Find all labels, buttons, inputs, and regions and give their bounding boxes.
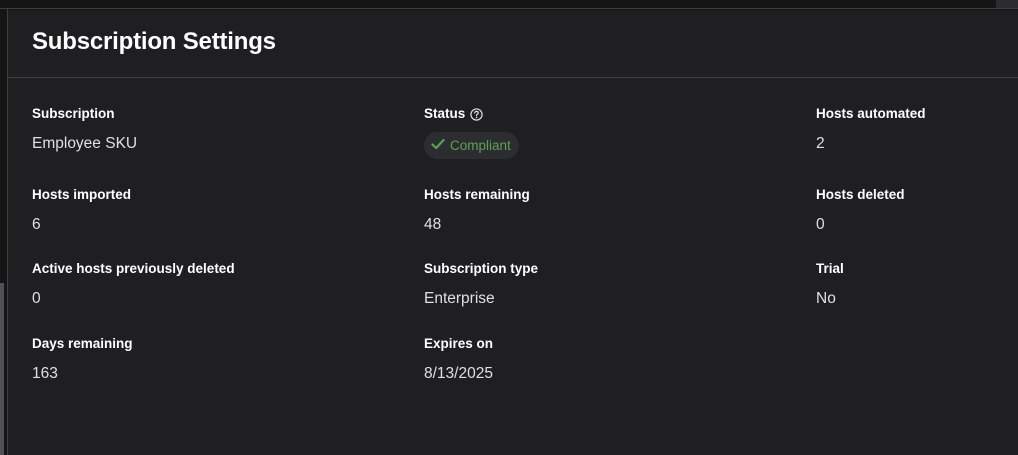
field-value: 163 xyxy=(32,365,58,382)
field-days-remaining: Days remaining 163 xyxy=(32,336,133,383)
field-value: 0 xyxy=(32,290,41,307)
field-value: 2 xyxy=(816,135,825,152)
subscription-settings-panel: Subscription Settings Subscription Emplo… xyxy=(8,10,1018,455)
left-gutter xyxy=(0,9,8,455)
field-value: 0 xyxy=(816,216,825,233)
page-title: Subscription Settings xyxy=(32,27,276,55)
field-hosts-imported: Hosts imported 6 xyxy=(32,187,131,234)
field-label: Expires on xyxy=(424,336,494,351)
field-label: Subscription type xyxy=(424,261,539,276)
status-badge-label: Compliant xyxy=(450,138,511,153)
field-active-hosts-previously-deleted: Active hosts previously deleted 0 xyxy=(32,261,235,308)
field-label: Status xyxy=(424,106,466,121)
field-hosts-remaining: Hosts remaining 48 xyxy=(424,187,530,234)
field-value: No xyxy=(816,290,836,307)
field-trial: Trial No xyxy=(816,261,844,308)
field-label: Trial xyxy=(816,261,844,276)
field-label: Hosts automated xyxy=(816,106,926,121)
field-value: 6 xyxy=(32,216,41,233)
field-value: 48 xyxy=(424,216,442,233)
field-subscription-type: Subscription type Enterprise xyxy=(424,261,538,308)
field-expires-on: Expires on 8/13/2025 xyxy=(424,336,493,383)
field-label: Subscription xyxy=(32,106,115,121)
check-icon xyxy=(431,138,445,153)
field-hosts-automated: Hosts automated 2 xyxy=(816,106,926,153)
top-divider xyxy=(0,8,1018,9)
field-label: Hosts imported xyxy=(32,187,132,202)
field-label: Hosts remaining xyxy=(424,187,530,202)
field-subscription: Subscription Employee SKU xyxy=(32,106,137,153)
field-label: Hosts deleted xyxy=(816,187,905,202)
status-label-row: Status xyxy=(424,106,519,122)
status-badge: Compliant xyxy=(424,132,519,159)
field-value: Enterprise xyxy=(424,290,495,307)
question-circle-icon[interactable] xyxy=(470,107,483,121)
field-value: Employee SKU xyxy=(32,135,138,152)
field-label: Days remaining xyxy=(32,336,133,351)
field-hosts-deleted: Hosts deleted 0 xyxy=(816,187,905,234)
field-status: Status Compliant xyxy=(424,106,519,159)
field-value: 8/13/2025 xyxy=(424,365,493,382)
scrollbar-thumb[interactable] xyxy=(0,283,4,455)
panel-header: Subscription Settings xyxy=(8,10,1018,78)
top-strip xyxy=(0,0,1018,9)
field-label: Active hosts previously deleted xyxy=(32,261,235,276)
